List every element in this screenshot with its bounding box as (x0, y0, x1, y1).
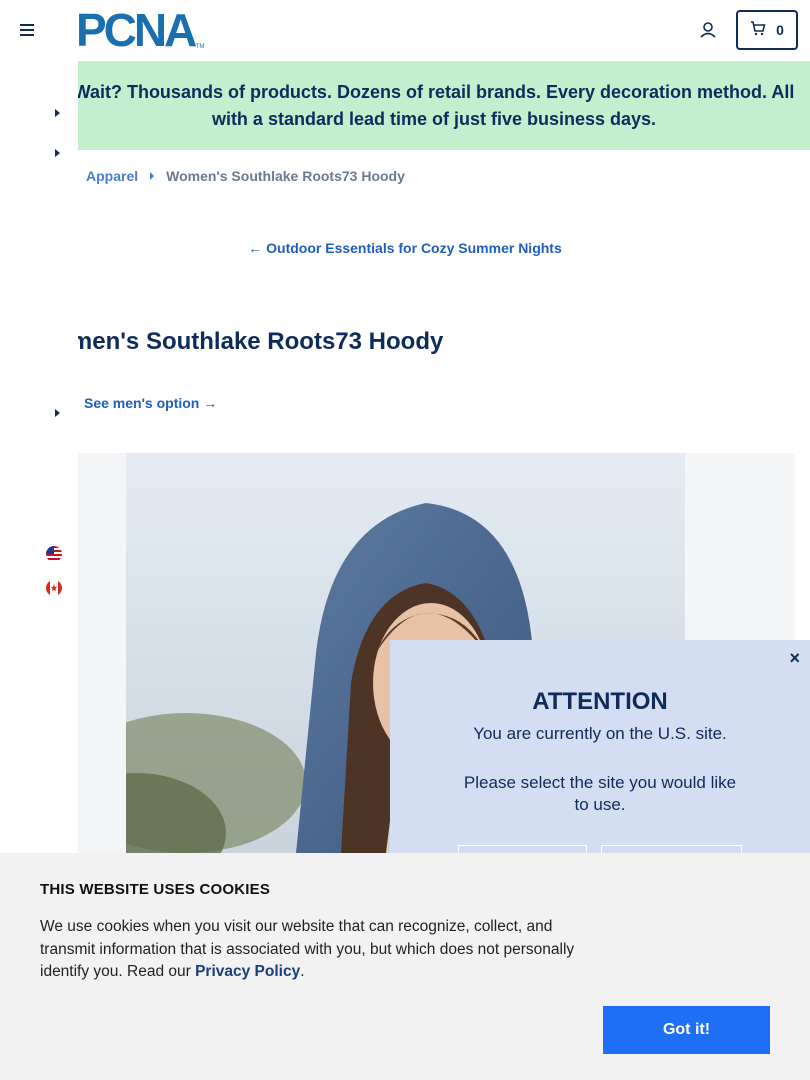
hamburger-menu-icon[interactable] (18, 19, 40, 41)
mens-option-label: See men's option (84, 395, 200, 411)
cookie-period: . (300, 963, 305, 980)
caret-right-icon[interactable] (52, 106, 62, 118)
close-icon[interactable]: × (789, 648, 800, 669)
shopping-cart-icon (750, 20, 766, 41)
page-title: Women's Southlake Roots73 Hoody (34, 328, 444, 355)
caret-right-icon (148, 168, 156, 184)
caret-right-icon[interactable] (52, 146, 62, 158)
promo-banner: Wait? Thousands of products. Dozens of r… (78, 61, 810, 150)
modal-select-site-text: Please select the site you would like to… (463, 773, 737, 814)
pcna-logo[interactable]: PCNA TM (76, 7, 204, 53)
breadcrumb-current: Women's Southlake Roots73 Hoody (166, 168, 405, 184)
us-flag-icon[interactable] (46, 546, 62, 562)
back-link-label: Outdoor Essentials for Cozy Summer Night… (266, 240, 562, 256)
breadcrumb-apparel[interactable]: Apparel (86, 168, 138, 184)
user-account-icon[interactable] (697, 19, 719, 41)
caret-right-icon[interactable] (52, 406, 62, 418)
privacy-policy-link[interactable]: Privacy Policy (195, 963, 300, 980)
canada-flag-icon[interactable] (46, 580, 62, 596)
accept-cookies-button[interactable]: Got it! (603, 1006, 770, 1054)
back-to-collection-link[interactable]: ← Outdoor Essentials for Cozy Summer Nig… (0, 240, 810, 256)
arrow-left-icon: ← (248, 240, 263, 256)
mens-option-link[interactable]: See men's option → (84, 395, 217, 411)
logo-trademark: TM (195, 44, 205, 50)
cookie-title: THIS WEBSITE USES COOKIES (40, 881, 271, 898)
cookie-text: We use cookies when you visit our websit… (40, 916, 600, 984)
breadcrumb: Apparel Women's Southlake Roots73 Hoody (86, 168, 405, 184)
site-selection-modal: × ATTENTION You are currently on the U.S… (390, 640, 810, 875)
modal-current-site-text: You are currently on the U.S. site. (473, 724, 727, 743)
modal-title: ATTENTION (532, 688, 668, 715)
cookie-banner: THIS WEBSITE USES COOKIES We use cookies… (0, 853, 810, 1080)
arrow-right-icon: → (203, 395, 218, 411)
cart-button[interactable]: 0 (736, 10, 798, 50)
cart-count: 0 (776, 22, 784, 38)
cookie-body: We use cookies when you visit our websit… (40, 918, 575, 980)
side-menu-strip (0, 61, 78, 853)
site-header: PCNA TM 0 (0, 0, 810, 61)
logo-text: PCNA (76, 4, 197, 56)
promo-text: Wait? Thousands of products. Dozens of r… (78, 81, 795, 129)
